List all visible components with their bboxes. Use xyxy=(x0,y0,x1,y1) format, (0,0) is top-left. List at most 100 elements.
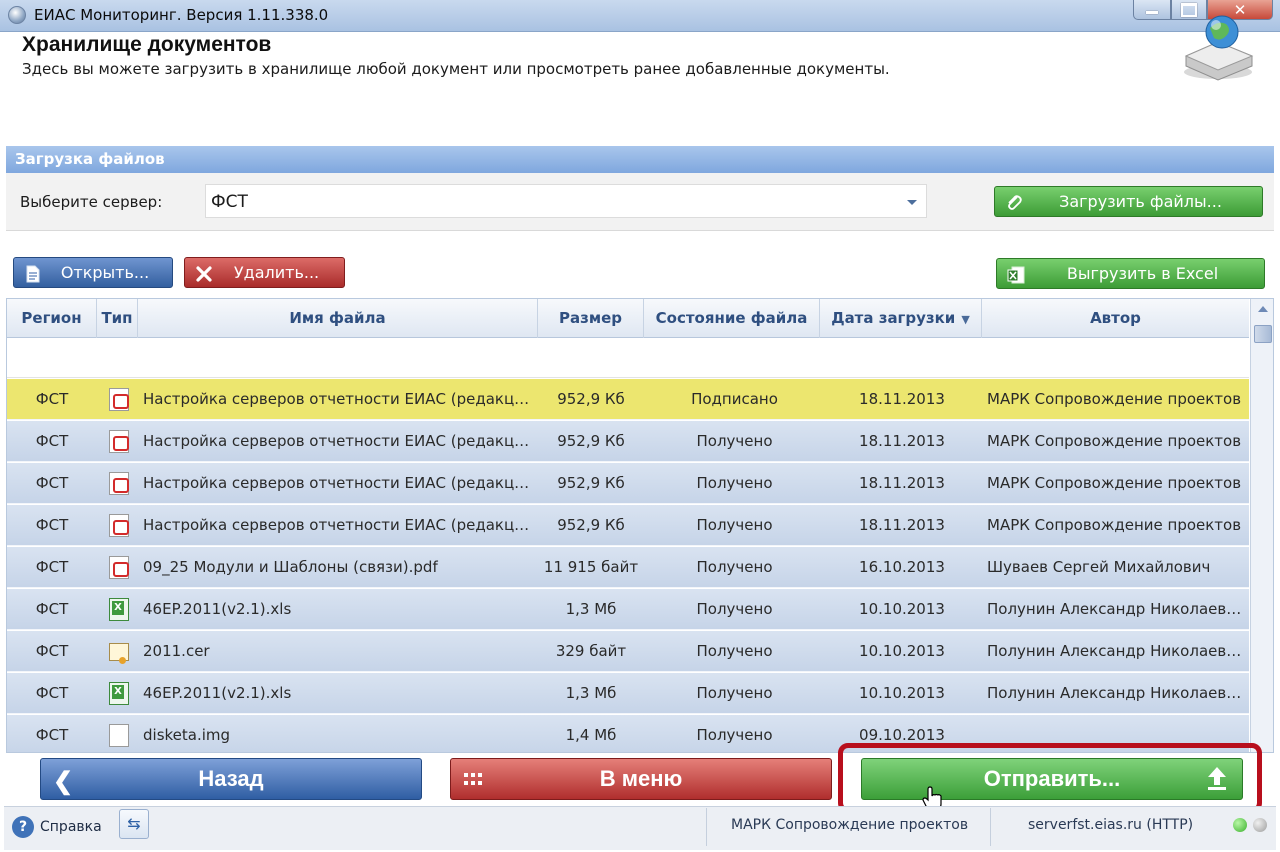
cell-state: Получено xyxy=(696,474,773,492)
cell-author: Полунин Александр Николаев… xyxy=(987,642,1242,660)
column-header-type[interactable]: Тип xyxy=(97,299,138,338)
upload-files-label: Загрузить файлы... xyxy=(1059,192,1222,211)
open-button[interactable]: Открыть... xyxy=(13,257,173,288)
table-row[interactable]: ФСТ 09_25 Модули и Шаблоны (связи).pdf 11 … xyxy=(7,547,1249,588)
help-question-icon: ? xyxy=(12,816,34,838)
column-header-upload-date[interactable]: Дата загрузки ▼ xyxy=(820,299,982,338)
cell-author: Полунин Александр Николаев… xyxy=(987,600,1242,618)
cell-filename: 2011.cer xyxy=(143,642,210,660)
cell-upload-date: 10.10.2013 xyxy=(859,684,945,702)
cell-state: Получено xyxy=(696,516,773,534)
certificate-file-icon xyxy=(109,643,129,664)
cell-size: 1,3 Мб xyxy=(565,684,617,702)
excel-file-icon xyxy=(109,682,129,705)
cell-region: ФСТ xyxy=(35,642,69,660)
cell-filename: disketa.img xyxy=(143,726,231,744)
chevron-down-icon[interactable] xyxy=(907,200,917,205)
cell-state: Получено xyxy=(696,726,773,744)
sync-icon[interactable]: ⇆ xyxy=(119,809,149,839)
cell-filename: 09_25 Модули и Шаблоны (связи).pdf xyxy=(143,558,438,576)
cell-type xyxy=(102,715,138,752)
connection-status-green-icon xyxy=(1233,818,1247,832)
cell-upload-date: 16.10.2013 xyxy=(859,558,945,576)
scroll-thumb[interactable] xyxy=(1254,325,1272,343)
cell-upload-date: 18.11.2013 xyxy=(859,474,945,492)
export-excel-label: Выгрузить в Excel xyxy=(1066,264,1219,283)
back-button[interactable]: ❮ Назад xyxy=(40,758,422,800)
status-current-user: МАРК Сопровождение проектов xyxy=(731,817,969,833)
table-row[interactable]: ФСТ Настройка серверов отчетности ЕИАС (р… xyxy=(7,505,1249,546)
cell-type xyxy=(102,631,138,672)
excel-icon xyxy=(1007,266,1025,284)
documents-grid[interactable]: Регион Тип Имя файла Размер Состояние фа… xyxy=(6,298,1274,753)
cell-author: МАРК Сопровождение проектов xyxy=(987,390,1242,408)
status-separator xyxy=(706,808,707,846)
cell-region: ФСТ xyxy=(35,390,69,408)
cell-filename: Настройка серверов отчетности ЕИАС (реда… xyxy=(143,432,538,450)
scroll-up-icon[interactable] xyxy=(1254,302,1272,318)
page-subtitle: Здесь вы можете загрузить в хранилище лю… xyxy=(22,60,890,78)
cell-upload-date: 18.11.2013 xyxy=(859,390,945,408)
cell-size: 952,9 Кб xyxy=(557,516,625,534)
grid-menu-icon xyxy=(464,773,482,785)
column-header-state[interactable]: Состояние файла xyxy=(644,299,820,338)
help-label: Справка xyxy=(40,819,102,835)
cell-size: 1,3 Мб xyxy=(565,600,617,618)
grid-filter-row[interactable] xyxy=(7,338,1249,378)
menu-button[interactable]: В меню xyxy=(450,758,832,800)
arrow-left-icon: ❮ xyxy=(53,768,74,795)
section-title-upload: Загрузка файлов xyxy=(6,146,1274,173)
cell-type xyxy=(102,379,138,420)
red-highlight-frame xyxy=(838,743,1262,813)
minimize-button[interactable] xyxy=(1133,0,1171,20)
table-row[interactable]: ФСТ 46EP.2011(v2.1).xls 1,3 Мб Получено 10.1… xyxy=(7,673,1249,714)
cell-region: ФСТ xyxy=(35,558,69,576)
grid-scrollbar[interactable] xyxy=(1250,299,1273,752)
cell-filename: 46EP.2011(v2.1).xls xyxy=(143,600,292,618)
pdf-file-icon xyxy=(109,556,129,579)
table-row[interactable]: ФСТ Настройка серверов отчетности ЕИАС (р… xyxy=(7,379,1249,420)
delete-button[interactable]: Удалить... xyxy=(184,257,345,288)
column-header-size[interactable]: Размер xyxy=(538,299,644,338)
status-server: serverfst.eias.ru (HTTP) xyxy=(1028,817,1194,833)
cell-type xyxy=(102,463,138,504)
cell-state: Получено xyxy=(696,558,773,576)
cell-size: 952,9 Кб xyxy=(557,432,625,450)
page-title: Хранилище документов xyxy=(22,33,272,56)
menu-button-label: В меню xyxy=(599,766,683,791)
status-separator xyxy=(990,808,991,846)
cell-state: Получено xyxy=(696,600,773,618)
help-link[interactable]: ? Справка xyxy=(12,816,102,838)
server-select-value: ФСТ xyxy=(211,192,248,212)
cell-state: Получено xyxy=(696,432,773,450)
column-header-author[interactable]: Автор xyxy=(982,299,1249,338)
cell-region: ФСТ xyxy=(35,516,69,534)
delete-x-icon xyxy=(196,266,212,282)
cell-type xyxy=(102,547,138,588)
table-row[interactable]: ФСТ 2011.cer 329 байт Получено 10.10.2013 Пол… xyxy=(7,631,1249,672)
server-select[interactable]: ФСТ xyxy=(205,184,927,218)
export-excel-button[interactable]: Выгрузить в Excel xyxy=(996,258,1265,289)
server-label: Выберите сервер: xyxy=(20,193,163,211)
table-row[interactable]: ФСТ 46EP.2011(v2.1).xls 1,3 Мб Получено 10.1… xyxy=(7,589,1249,630)
cell-filename: Настройка серверов отчетности ЕИАС (реда… xyxy=(143,390,538,408)
cell-region: ФСТ xyxy=(35,684,69,702)
cell-author: Шуваев Сергей Михайлович xyxy=(987,558,1211,576)
cell-author: МАРК Сопровождение проектов xyxy=(987,432,1242,450)
upload-files-button[interactable]: Загрузить файлы... xyxy=(994,186,1263,217)
pdf-file-icon xyxy=(109,514,129,537)
cell-region: ФСТ xyxy=(35,726,69,744)
cell-upload-date: 10.10.2013 xyxy=(859,600,945,618)
table-row[interactable]: ФСТ Настройка серверов отчетности ЕИАС (р… xyxy=(7,421,1249,462)
cell-filename: 46EP.2011(v2.1).xls xyxy=(143,684,292,702)
column-header-filename[interactable]: Имя файла xyxy=(138,299,538,338)
cell-upload-date: 10.10.2013 xyxy=(859,642,945,660)
cell-author: МАРК Сопровождение проектов xyxy=(987,516,1242,534)
cell-size: 11 915 байт xyxy=(543,558,639,576)
cell-author: Полунин Александр Николаев… xyxy=(987,684,1242,702)
table-row[interactable]: ФСТ Настройка серверов отчетности ЕИАС (р… xyxy=(7,463,1249,504)
connection-status-grey-icon xyxy=(1253,818,1267,832)
cell-size: 952,9 Кб xyxy=(557,390,625,408)
paperclip-icon xyxy=(1008,195,1022,210)
column-header-region[interactable]: Регион xyxy=(7,299,97,338)
